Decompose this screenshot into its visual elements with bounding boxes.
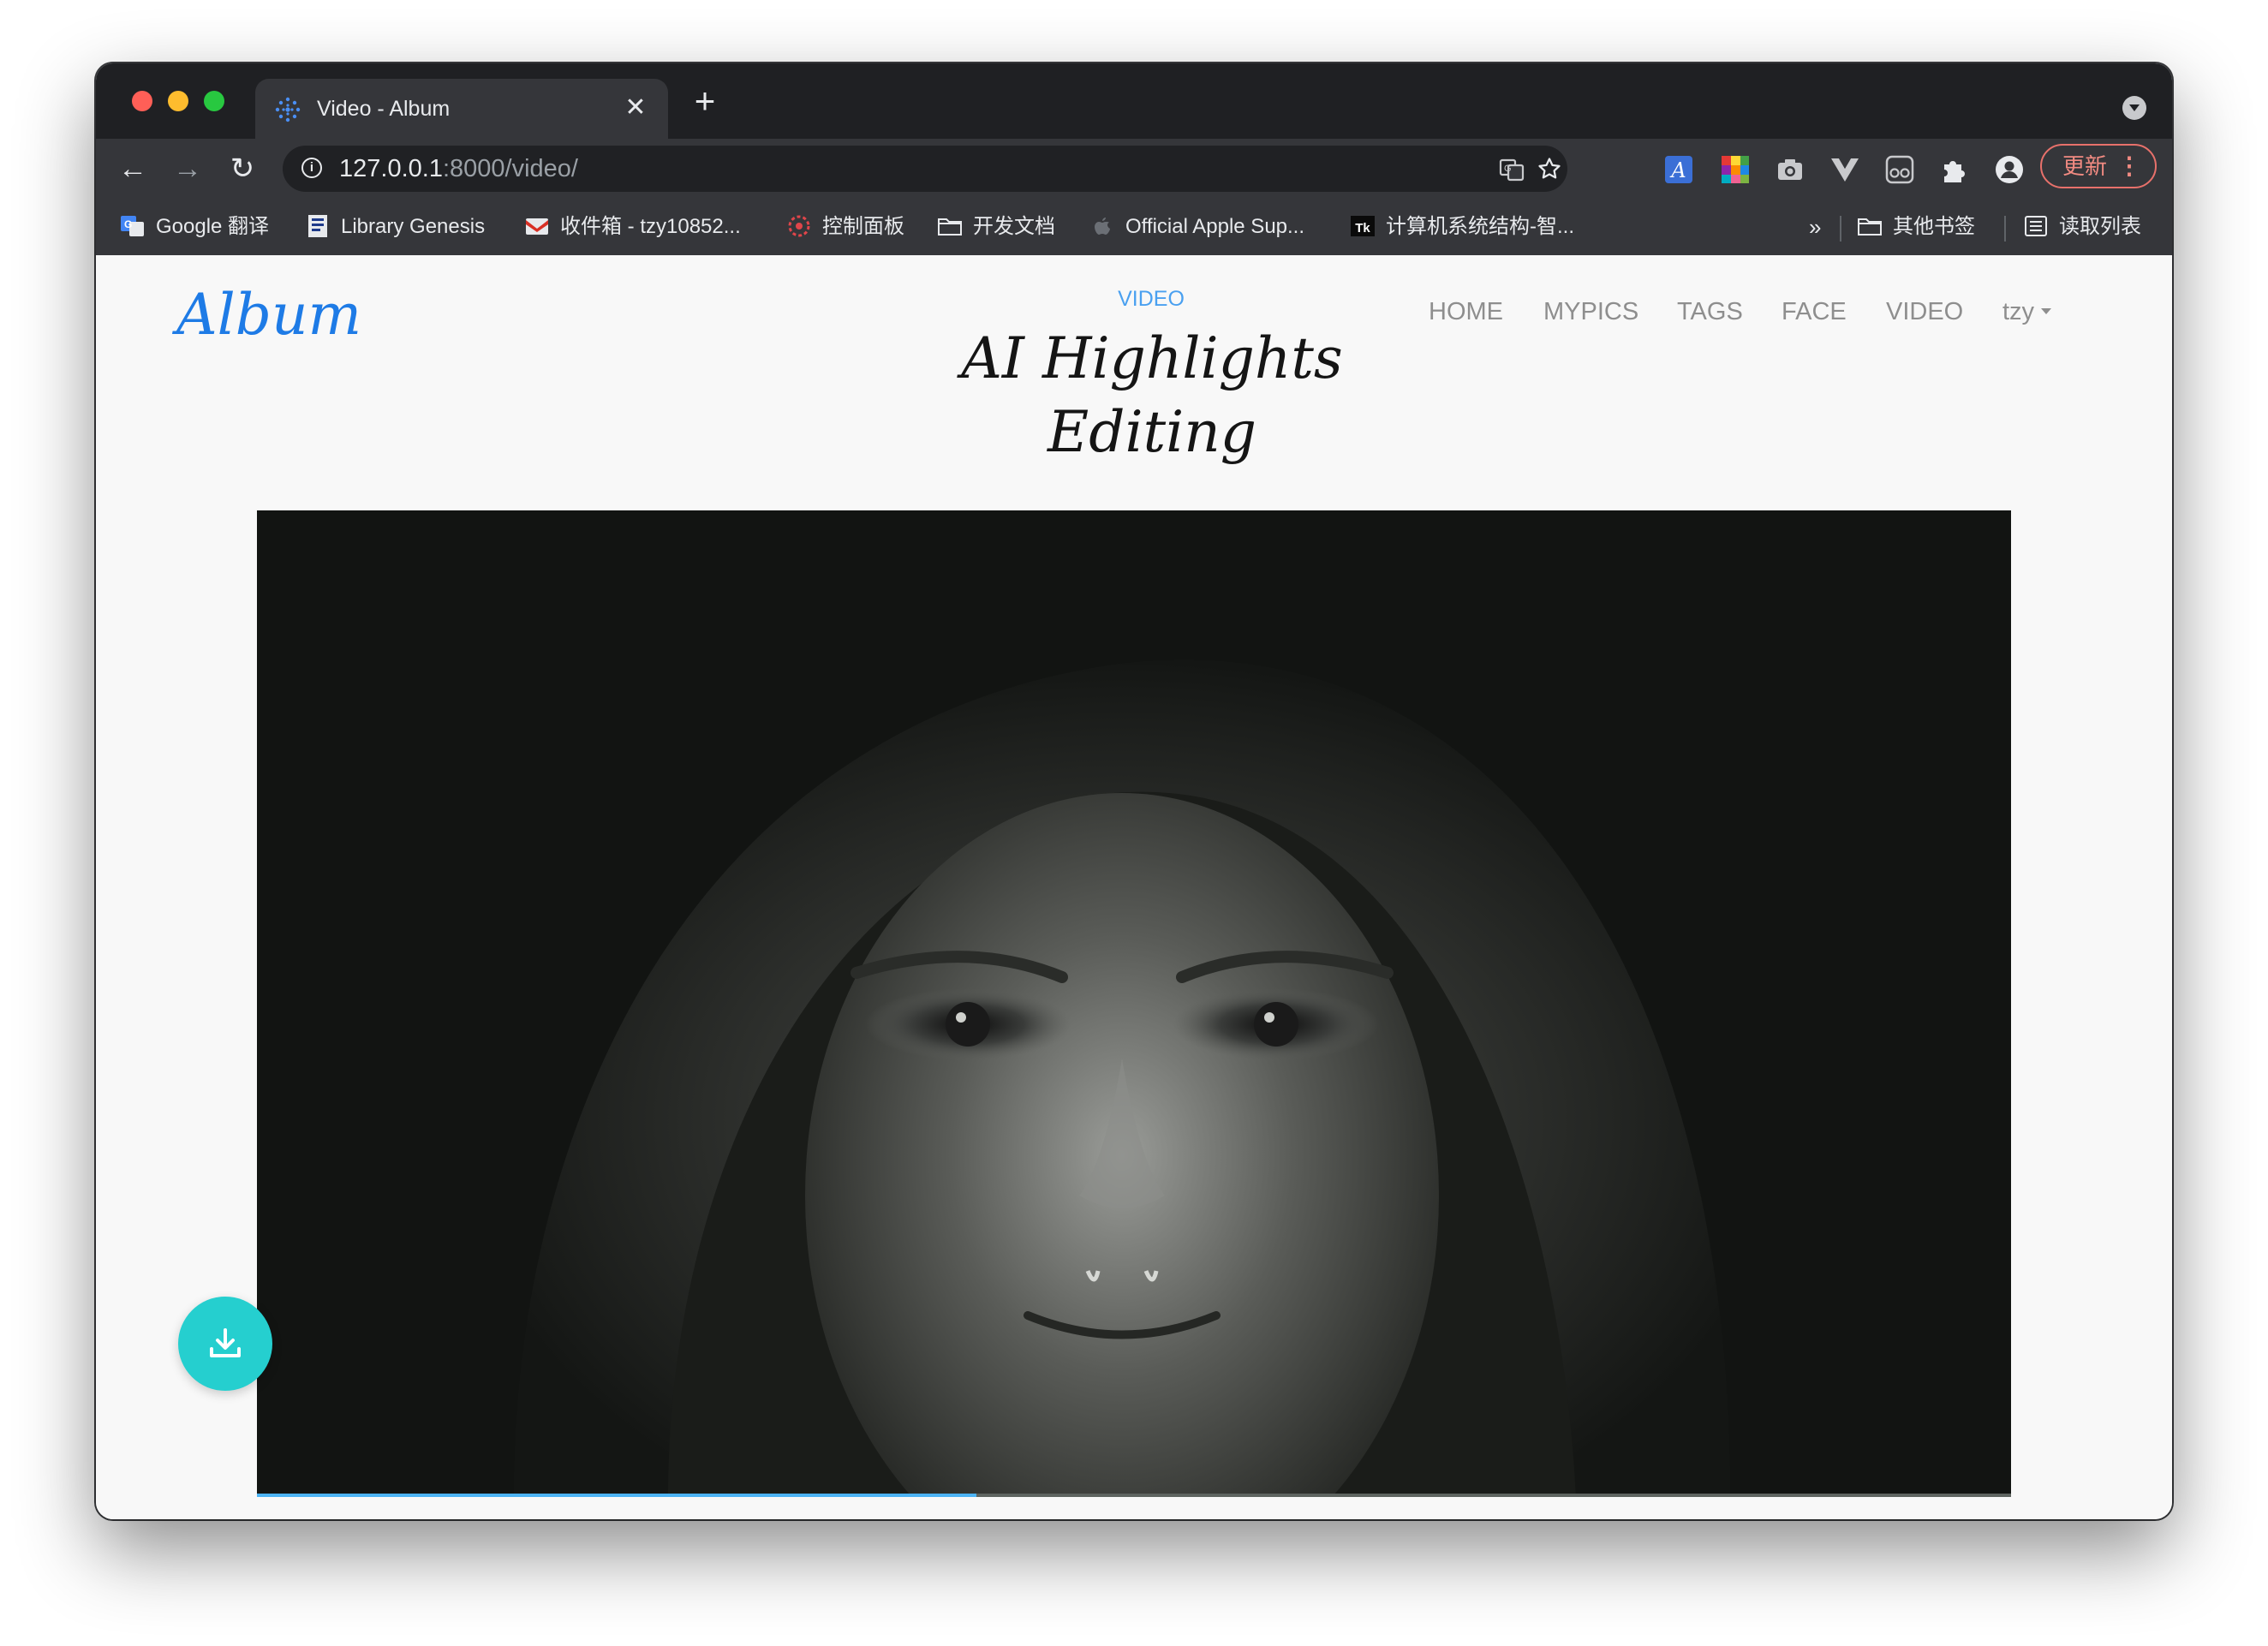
tab-bar: Video - Album ✕ +	[96, 63, 2172, 139]
bookmarks-overflow-button[interactable]: »	[1809, 212, 1821, 242]
video-progress-bar[interactable]	[257, 1494, 2011, 1497]
bookmark-dev-docs[interactable]: 开发文档	[937, 212, 1055, 242]
gmail-icon	[526, 218, 548, 235]
bookmark-label: Library Genesis	[341, 215, 486, 238]
url-host: 127.0.0.1	[339, 155, 443, 182]
bookmark-star-icon[interactable]	[1537, 156, 1562, 182]
bookmarks-divider	[2004, 216, 2006, 242]
download-button[interactable]	[178, 1297, 272, 1391]
bookmark-label: 收件箱 - tzy10852...	[560, 215, 741, 238]
reading-list-button[interactable]: 读取列表	[2023, 212, 2141, 242]
browser-window: Video - Album ✕ + ← → ↻ i 127.0.0.1:8000…	[96, 63, 2172, 1519]
update-button[interactable]: 更新 ⋮	[2040, 144, 2157, 188]
video-player[interactable]	[257, 510, 2011, 1497]
close-window-button[interactable]	[132, 91, 152, 111]
library-genesis-icon	[308, 215, 327, 237]
svg-text:A: A	[1669, 158, 1686, 182]
nav-face[interactable]: FACE	[1782, 296, 1847, 327]
section-kicker: VIDEO	[1118, 287, 1185, 311]
nav-tags[interactable]: TAGS	[1677, 296, 1743, 327]
address-bar[interactable]: i 127.0.0.1:8000/video/ G	[283, 146, 1567, 192]
browser-toolbar: ← → ↻ i 127.0.0.1:8000/video/ G A 更新 ⋮	[96, 139, 2172, 199]
minimize-window-button[interactable]	[168, 91, 188, 111]
bookmark-apple-support[interactable]: Official Apple Sup...	[1089, 212, 1304, 242]
tab-video-album[interactable]: Video - Album ✕	[255, 79, 668, 139]
bookmark-control-panel[interactable]: 控制面板	[786, 212, 904, 242]
download-icon	[210, 1328, 241, 1357]
browser-menu-icon[interactable]: ⋮	[2117, 146, 2141, 187]
glasses-extension-icon[interactable]	[1884, 154, 1915, 185]
nav-home[interactable]: HOME	[1429, 296, 1503, 327]
user-name: tzy	[2002, 298, 2035, 325]
forward-button[interactable]: →	[166, 147, 209, 190]
bookmark-inbox[interactable]: 收件箱 - tzy10852...	[524, 212, 741, 242]
bookmark-label: 其他书签	[1893, 215, 1975, 238]
extension-a-icon[interactable]: A	[1663, 154, 1694, 185]
bookmark-label: 计算机系统结构-智...	[1386, 215, 1574, 238]
update-label: 更新	[2062, 153, 2108, 179]
tab-close-icon[interactable]: ✕	[618, 91, 653, 125]
nav-video[interactable]: VIDEO	[1886, 296, 1963, 327]
chevron-down-icon	[2041, 308, 2052, 314]
tab-title: Video - Album	[317, 97, 451, 121]
bookmark-label: 控制面板	[822, 215, 904, 238]
apple-icon	[1095, 218, 1110, 235]
page-content: Album VIDEO AI Highlights Editing HOME M…	[96, 255, 2172, 1519]
bookmark-google-translate[interactable]: G Google 翻译	[120, 212, 269, 242]
site-info-icon[interactable]: i	[301, 158, 322, 178]
folder-icon	[938, 218, 962, 236]
folder-icon	[1858, 218, 1882, 236]
translate-icon[interactable]: G	[1499, 157, 1525, 182]
bookmarks-divider	[1840, 216, 1841, 242]
svg-text:G: G	[1504, 164, 1512, 174]
site-logo[interactable]: Album	[176, 281, 361, 349]
back-button[interactable]: ←	[111, 147, 154, 190]
extensions-puzzle-icon[interactable]	[1939, 154, 1970, 185]
profile-avatar-icon[interactable]	[1994, 154, 2025, 185]
bookmark-label: Official Apple Sup...	[1125, 215, 1305, 238]
camera-extension-icon[interactable]	[1775, 154, 1805, 185]
bookmark-library-genesis[interactable]: Library Genesis	[305, 212, 485, 242]
google-translate-icon: G	[121, 216, 144, 236]
tk-icon: Tk	[1351, 216, 1375, 236]
reload-button[interactable]: ↻	[221, 147, 264, 190]
bookmark-computer-architecture[interactable]: Tk 计算机系统结构-智...	[1350, 212, 1574, 242]
control-panel-icon	[788, 215, 810, 237]
window-controls	[132, 91, 224, 111]
bookmark-label: 读取列表	[2059, 215, 2141, 238]
bookmark-other-folder[interactable]: 其他书签	[1857, 212, 1975, 242]
tab-search-icon[interactable]	[2122, 96, 2146, 120]
url-text[interactable]: 127.0.0.1:8000/video/	[339, 156, 578, 182]
site-favicon-icon	[275, 97, 301, 122]
new-tab-button[interactable]: +	[683, 82, 726, 120]
page-title: AI Highlights Editing	[961, 325, 1343, 465]
reading-list-icon	[2025, 216, 2047, 236]
url-path: :8000/video/	[442, 155, 578, 182]
color-palette-extension-icon[interactable]	[1720, 154, 1751, 185]
svg-text:G: G	[124, 218, 132, 230]
user-menu[interactable]: tzy	[2002, 296, 2052, 327]
bookmark-label: Google 翻译	[156, 215, 270, 238]
video-progress-fill	[257, 1494, 976, 1497]
svg-text:Tk: Tk	[1355, 221, 1370, 236]
bookmarks-bar: G Google 翻译 Library Genesis 收件箱 - tzy1085…	[96, 199, 2172, 256]
nav-mypics[interactable]: MYPICS	[1543, 296, 1638, 327]
bookmark-label: 开发文档	[973, 215, 1055, 238]
zoom-window-button[interactable]	[204, 91, 224, 111]
video-frame	[257, 510, 2011, 1497]
vue-devtools-icon[interactable]	[1829, 154, 1860, 185]
